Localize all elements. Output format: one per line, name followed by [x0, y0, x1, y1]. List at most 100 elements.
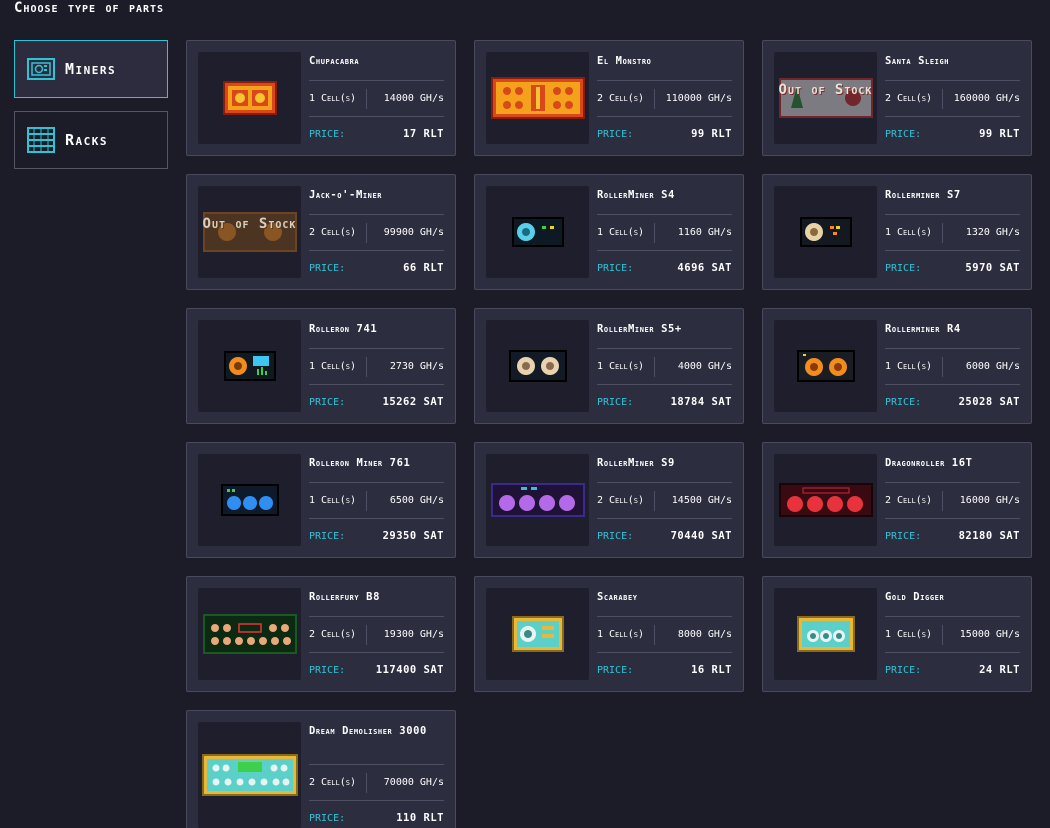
miner-card[interactable]: RollerMiner S4 1 Cell(s) 1160 GH/s PRICE… — [474, 174, 744, 290]
miner-price: 18784 SAT — [670, 396, 732, 408]
price-label: PRICE: — [597, 128, 634, 140]
miner-cells: 1 Cell(s) — [885, 624, 943, 645]
price-label: PRICE: — [309, 812, 346, 824]
miners-grid: Chupacabra 1 Cell(s) 14000 GH/s PRICE: 1… — [186, 40, 1032, 828]
miner-cells: 2 Cell(s) — [885, 490, 943, 511]
miner-thumbnail — [486, 186, 589, 278]
miner-power: 19300 GH/s — [383, 629, 444, 640]
miner-name: RollerMiner S5+ — [597, 319, 732, 349]
miner-cells: 1 Cell(s) — [597, 356, 655, 377]
miner-thumbnail — [198, 454, 301, 546]
rolleron-miner-761-icon — [220, 484, 279, 516]
miner-card[interactable]: Rollerminer R4 1 Cell(s) 6000 GH/s PRICE… — [762, 308, 1032, 424]
miner-card[interactable]: Out of Stock Jack-o'-Miner 2 Cell(s) 999… — [186, 174, 456, 290]
miner-price: 70440 SAT — [670, 530, 732, 542]
miner-price: 24 RLT — [979, 664, 1020, 676]
miner-name: Rollerfury B8 — [309, 587, 444, 617]
miner-thumbnail — [198, 320, 301, 412]
miner-name: Jack-o'-Miner — [309, 185, 444, 215]
rollerfury-b8-icon — [202, 614, 297, 654]
tab-racks-label: Racks — [65, 131, 109, 149]
miner-name: Santa Sleigh — [885, 51, 1020, 81]
price-label: PRICE: — [885, 530, 922, 542]
rollerminer-s9-icon — [490, 483, 585, 517]
miner-card[interactable]: Dragonroller 16T 2 Cell(s) 16000 GH/s PR… — [762, 442, 1032, 558]
miner-thumbnail — [486, 454, 589, 546]
price-label: PRICE: — [597, 664, 634, 676]
price-label: PRICE: — [885, 396, 922, 408]
miner-thumbnail — [774, 186, 877, 278]
miner-thumbnail — [486, 320, 589, 412]
miner-name: RollerMiner S9 — [597, 453, 732, 483]
miner-price: 16 RLT — [691, 664, 732, 676]
miner-thumbnail — [774, 454, 877, 546]
miner-price: 4696 SAT — [677, 262, 732, 274]
miner-name: Rolleron Miner 761 — [309, 453, 444, 483]
miner-name: Rollerminer S7 — [885, 185, 1020, 215]
price-label: PRICE: — [885, 128, 922, 140]
rollerminer-s7-icon — [799, 217, 852, 247]
miner-card[interactable]: Gold Digger 1 Cell(s) 15000 GH/s PRICE: … — [762, 576, 1032, 692]
miner-thumbnail — [198, 722, 301, 828]
tab-miners[interactable]: Miners — [14, 40, 168, 98]
miner-power: 14500 GH/s — [671, 495, 732, 506]
miner-icon — [27, 58, 55, 80]
miner-power: 70000 GH/s — [383, 777, 444, 788]
price-label: PRICE: — [597, 396, 634, 408]
miner-card[interactable]: Rolleron 741 1 Cell(s) 2730 GH/s PRICE: … — [186, 308, 456, 424]
miner-card[interactable]: Dream Demolisher 3000 2 Cell(s) 70000 GH… — [186, 710, 456, 828]
miner-cells: 1 Cell(s) — [309, 490, 367, 511]
rack-icon — [27, 127, 55, 153]
dragonroller-16t-icon — [778, 483, 873, 517]
miner-thumbnail — [198, 588, 301, 680]
miner-name: Scarabey — [597, 587, 732, 617]
miner-thumbnail: Out of Stock — [198, 186, 301, 278]
miner-power: 99900 GH/s — [383, 227, 444, 238]
miner-card[interactable]: Rolleron Miner 761 1 Cell(s) 6500 GH/s P… — [186, 442, 456, 558]
miner-card[interactable]: Chupacabra 1 Cell(s) 14000 GH/s PRICE: 1… — [186, 40, 456, 156]
rollerminer-s5-plus-icon — [508, 350, 567, 382]
miner-name: Dream Demolisher 3000 — [309, 721, 444, 765]
rollerminer-s4-icon — [511, 217, 564, 247]
el-monstro-miner-icon — [490, 77, 585, 119]
miner-card[interactable]: Rollerminer S7 1 Cell(s) 1320 GH/s PRICE… — [762, 174, 1032, 290]
miner-thumbnail — [486, 52, 589, 144]
miner-name: Gold Digger — [885, 587, 1020, 617]
miner-cells: 1 Cell(s) — [309, 88, 367, 109]
miner-thumbnail — [486, 588, 589, 680]
miner-cells: 2 Cell(s) — [597, 88, 655, 109]
miner-thumbnail — [198, 52, 301, 144]
miner-cells: 2 Cell(s) — [309, 624, 367, 645]
miner-card[interactable]: Rollerfury B8 2 Cell(s) 19300 GH/s PRICE… — [186, 576, 456, 692]
miner-power: 6000 GH/s — [965, 361, 1020, 372]
rolleron-741-icon — [223, 351, 276, 381]
price-label: PRICE: — [309, 262, 346, 274]
price-label: PRICE: — [309, 396, 346, 408]
miner-price: 99 RLT — [979, 128, 1020, 140]
miner-name: El Monstro — [597, 51, 732, 81]
miner-power: 1320 GH/s — [965, 227, 1020, 238]
miner-thumbnail — [774, 588, 877, 680]
miner-power: 6500 GH/s — [389, 495, 444, 506]
price-label: PRICE: — [885, 664, 922, 676]
miner-cells: 1 Cell(s) — [309, 356, 367, 377]
tab-racks[interactable]: Racks — [14, 111, 168, 169]
miner-price: 15262 SAT — [382, 396, 444, 408]
miner-card[interactable]: RollerMiner S5+ 1 Cell(s) 4000 GH/s PRIC… — [474, 308, 744, 424]
miner-card[interactable]: Scarabey 1 Cell(s) 8000 GH/s PRICE: 16 R… — [474, 576, 744, 692]
miner-price: 117400 SAT — [375, 664, 444, 676]
miner-cells: 1 Cell(s) — [885, 222, 943, 243]
miner-cells: 2 Cell(s) — [309, 222, 367, 243]
price-label: PRICE: — [597, 530, 634, 542]
miner-card[interactable]: RollerMiner S9 2 Cell(s) 14500 GH/s PRIC… — [474, 442, 744, 558]
miner-cells: 2 Cell(s) — [309, 772, 367, 793]
miner-card[interactable]: Out of Stock Santa Sleigh 2 Cell(s) 1600… — [762, 40, 1032, 156]
miner-cells: 2 Cell(s) — [885, 88, 943, 109]
miner-card[interactable]: El Monstro 2 Cell(s) 110000 GH/s PRICE: … — [474, 40, 744, 156]
miner-name: Chupacabra — [309, 51, 444, 81]
miner-price: 99 RLT — [691, 128, 732, 140]
miner-price: 25028 SAT — [958, 396, 1020, 408]
chupacabra-miner-icon — [222, 81, 277, 115]
price-label: PRICE: — [885, 262, 922, 274]
miner-power: 4000 GH/s — [677, 361, 732, 372]
